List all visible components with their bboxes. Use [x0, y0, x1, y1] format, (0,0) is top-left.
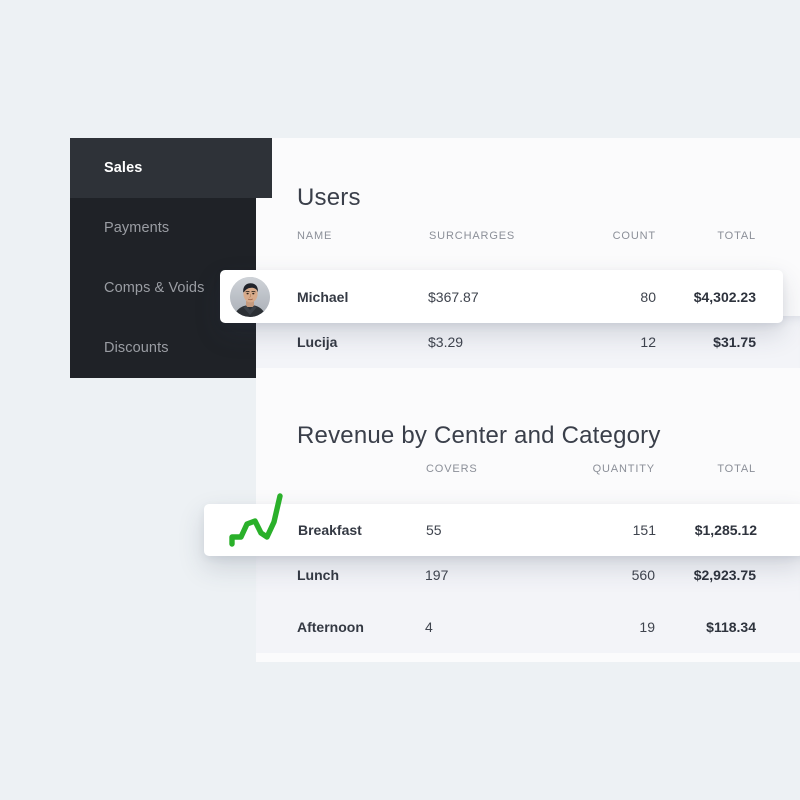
revenue-table-header-row: COVERS QUANTITY TOTAL — [256, 463, 800, 497]
sidebar-item-label: Comps & Voids — [104, 280, 205, 296]
cell-surcharges: $3.29 — [428, 334, 464, 350]
cell-total: $4,302.23 — [693, 288, 756, 305]
highlighted-revenue-row-card[interactable]: Breakfast 55 151 $1,285.12 — [204, 493, 800, 556]
cell-total: $2,923.75 — [693, 567, 756, 583]
cell-covers: 197 — [425, 567, 449, 583]
revenue-section-title: Revenue by Center and Category — [297, 422, 661, 449]
line-chart-icon — [218, 488, 288, 558]
sidebar-item-sales[interactable]: Sales — [70, 138, 272, 198]
highlighted-user-row-card[interactable]: Michael $367.87 80 $4,302.23 — [220, 270, 783, 323]
cell-quantity: 19 — [639, 619, 655, 635]
cell-name: Lucija — [297, 334, 338, 350]
avatar — [230, 276, 270, 317]
revenue-table: COVERS QUANTITY TOTAL Lunch 197 560 $2,9… — [256, 463, 800, 653]
cell-category: Afternoon — [297, 619, 364, 635]
column-header-surcharges: SURCHARGES — [429, 230, 516, 242]
column-header-total: TOTAL — [717, 230, 756, 242]
cell-count: 80 — [640, 288, 656, 305]
column-header-covers: COVERS — [426, 463, 478, 475]
sidebar-nav: Sales Payments Comps & Voids Discounts — [70, 138, 272, 378]
sidebar-item-label: Discounts — [104, 340, 169, 356]
cell-surcharges: $367.87 — [428, 288, 479, 305]
users-table-header-row: NAME SURCHARGES COUNT TOTAL — [256, 230, 800, 264]
column-header-count: COUNT — [612, 230, 656, 242]
sidebar-item-label: Sales — [104, 160, 143, 176]
sidebar-item-payments[interactable]: Payments — [70, 198, 256, 258]
app-screenshot: Sales Payments Comps & Voids Discounts U… — [0, 0, 800, 800]
cell-covers: 55 — [426, 522, 442, 538]
users-section-title: Users — [297, 184, 361, 211]
main-content-panel: Users NAME SURCHARGES COUNT TOTAL Lucija… — [256, 138, 800, 662]
cell-quantity: 151 — [632, 522, 656, 538]
table-row[interactable]: Lucija $3.29 12 $31.75 — [256, 316, 800, 368]
cell-category: Lunch — [297, 567, 339, 583]
cell-category: Breakfast — [298, 522, 362, 538]
sidebar-item-label: Payments — [104, 220, 170, 236]
sidebar-item-discounts[interactable]: Discounts — [70, 318, 256, 378]
cell-name: Michael — [297, 288, 349, 305]
row-cells: Breakfast 55 151 $1,285.12 — [288, 522, 800, 538]
row-cells: Michael $367.87 80 $4,302.23 — [270, 289, 790, 305]
column-header-name: NAME — [297, 230, 333, 242]
column-header-quantity: QUANTITY — [592, 463, 655, 475]
table-row[interactable]: Lunch 197 560 $2,923.75 — [256, 549, 800, 601]
cell-covers: 4 — [425, 619, 433, 635]
cell-total: $118.34 — [706, 619, 756, 635]
column-header-total: TOTAL — [717, 463, 756, 475]
cell-quantity: 560 — [631, 567, 655, 583]
cell-count: 12 — [640, 334, 656, 350]
cell-total: $1,285.12 — [694, 522, 757, 538]
table-row[interactable]: Afternoon 4 19 $118.34 — [256, 601, 800, 653]
cell-total: $31.75 — [713, 334, 756, 350]
